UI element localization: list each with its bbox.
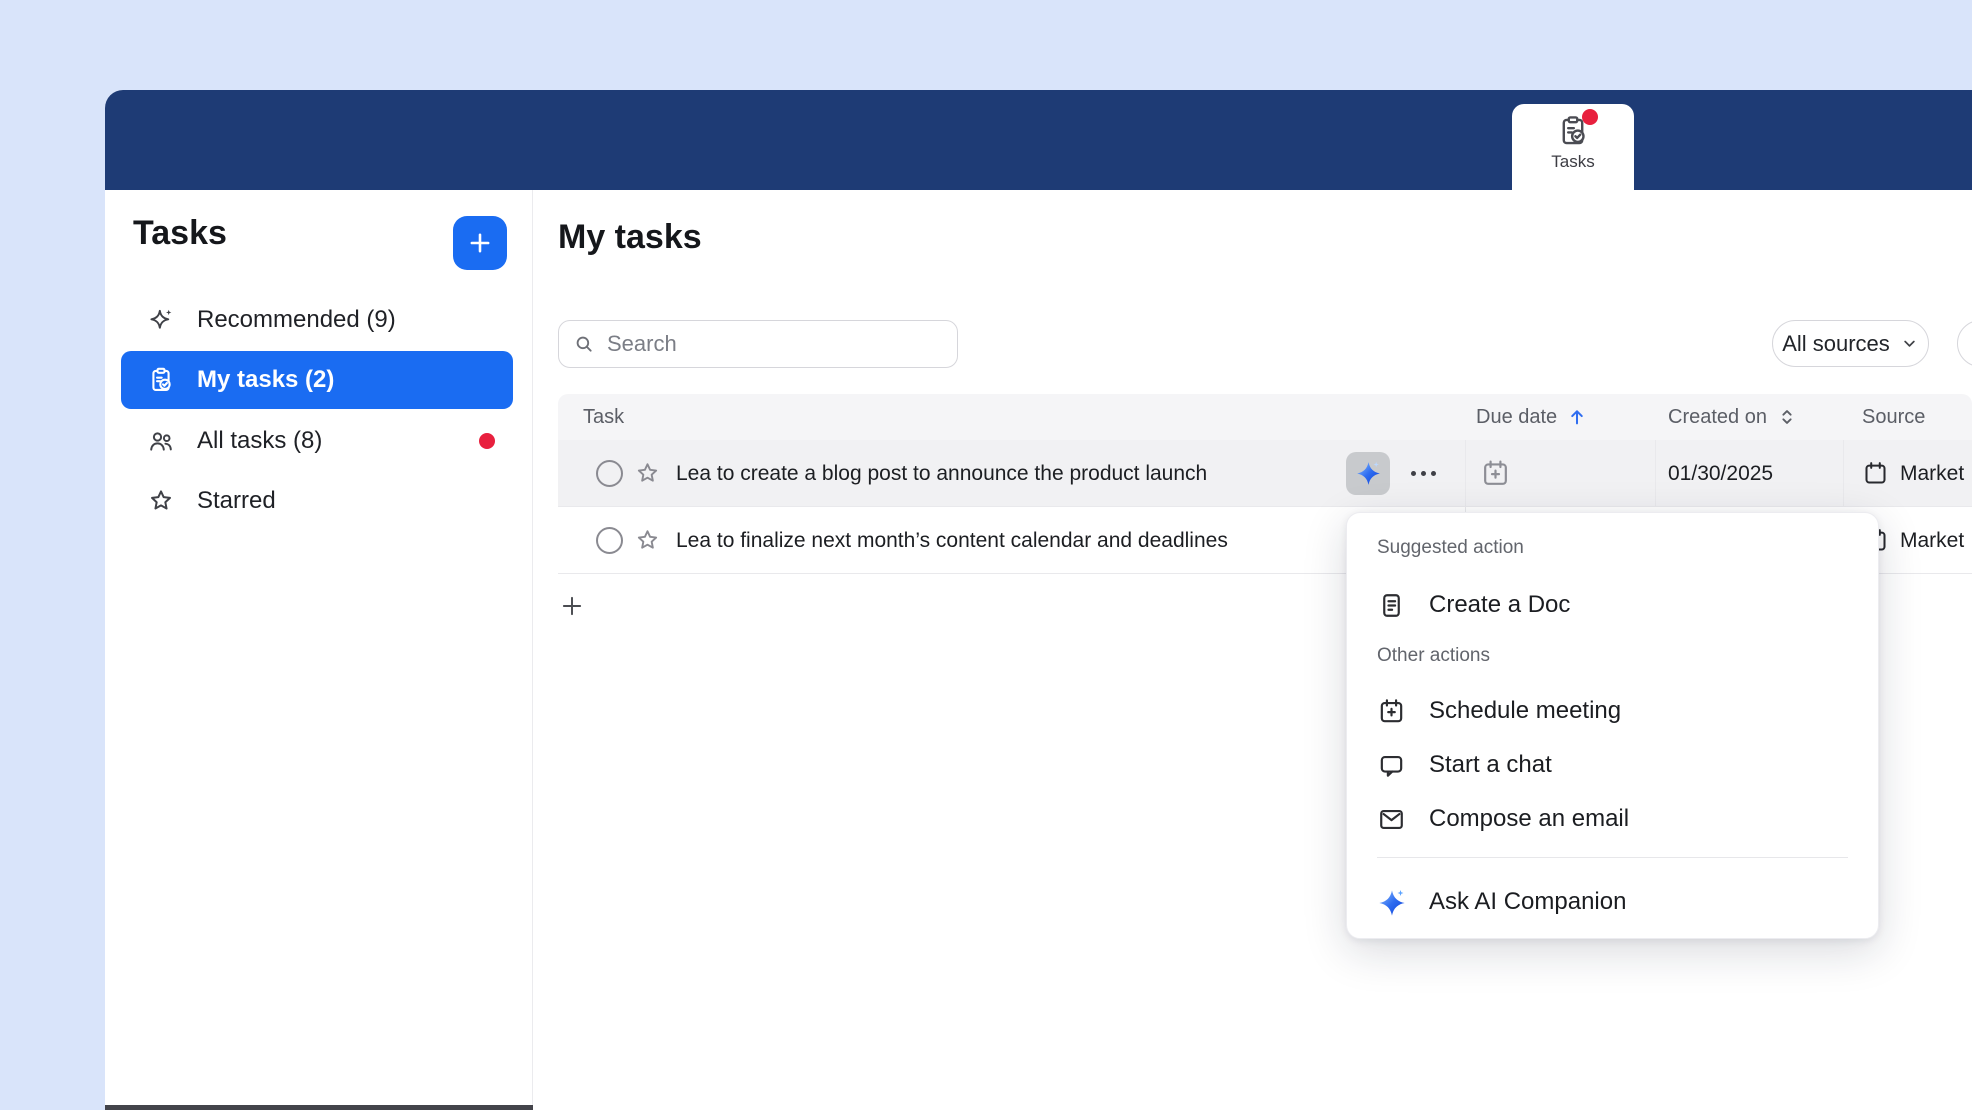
column-header-due-date[interactable]: Due date [1476,394,1588,440]
task-source: Market [1900,507,1964,574]
ai-companion-button[interactable] [1346,452,1390,495]
star-icon[interactable] [634,460,661,487]
star-icon[interactable] [634,527,661,554]
clipboard-check-icon [147,366,175,394]
tasks-icon [1556,114,1590,148]
sidebar-title: Tasks [133,214,227,253]
window-bottom-edge [105,1105,533,1110]
sidebar-item-my-tasks[interactable]: My tasks (2) [121,351,513,409]
tasks-sidebar: Tasks Recommended (9) My tasks (2) [105,190,533,1110]
sort-updown-icon [1776,406,1798,428]
menu-item-start-chat[interactable]: Start a chat [1377,737,1854,793]
task-row-1[interactable]: Lea to create a blog post to announce th… [558,440,1972,507]
envelope-icon [1377,805,1406,834]
sparkle-icon [147,306,175,334]
menu-item-ask-ai-companion[interactable]: Ask AI Companion [1377,874,1854,930]
created-on-date: 01/30/2025 [1668,440,1773,507]
task-complete-checkbox[interactable] [596,527,623,554]
add-due-date-icon[interactable] [1480,458,1511,489]
menu-section-other: Other actions [1377,645,1490,667]
task-title: Lea to finalize next month’s content cal… [676,507,1228,574]
menu-item-create-doc[interactable]: Create a Doc [1377,577,1854,633]
star-icon [147,487,175,515]
menu-section-suggested: Suggested action [1377,537,1524,559]
task-complete-checkbox[interactable] [596,460,623,487]
more-ellipsis-icon[interactable] [1400,452,1446,495]
all-tasks-badge [479,433,495,449]
calendar-plus-icon [1377,697,1406,726]
task-actions-menu: Suggested action Create a Doc Other acti… [1346,512,1879,939]
column-header-created-on[interactable]: Created on [1668,394,1798,440]
chevron-down-icon [1900,334,1919,353]
task-search-field[interactable] [558,320,958,368]
desktop: zoom Workplace Search ⌘F Home [0,0,1972,1110]
nav-item-tasks-active[interactable]: Tasks [1512,104,1634,190]
page-title: My tasks [558,218,702,257]
add-task-button[interactable] [453,216,507,270]
plus-icon [466,229,494,257]
doc-icon [1377,591,1406,620]
task-table-header: Task Due date Created on Source [558,394,1972,440]
search-icon [573,333,595,355]
column-header-task[interactable]: Task [583,394,624,440]
sidebar-item-all-tasks[interactable]: All tasks (8) [121,412,513,470]
top-navbar: zoom Workplace Search ⌘F Home [105,90,1972,190]
task-source: Market [1900,440,1964,507]
filter-button-partial[interactable] [1957,320,1972,367]
task-search-input[interactable] [607,331,943,357]
chat-bubble-icon [1377,751,1406,780]
sidebar-item-starred[interactable]: Starred [121,472,513,530]
menu-item-schedule-meeting[interactable]: Schedule meeting [1377,683,1854,739]
task-title: Lea to create a blog post to announce th… [676,440,1207,507]
add-task-inline-button[interactable] [552,586,592,626]
menu-item-compose-email[interactable]: Compose an email [1377,791,1854,847]
tasks-badge [1582,109,1598,125]
column-header-source[interactable]: Source [1862,394,1925,440]
menu-divider [1377,857,1848,858]
ai-companion-icon [1377,888,1406,917]
sources-filter-dropdown[interactable]: All sources [1772,320,1929,367]
calendar-icon [1862,460,1889,487]
ai-companion-icon [1355,460,1382,487]
sidebar-item-recommended[interactable]: Recommended (9) [121,291,513,349]
sort-ascending-icon [1566,406,1588,428]
people-icon [147,427,175,455]
